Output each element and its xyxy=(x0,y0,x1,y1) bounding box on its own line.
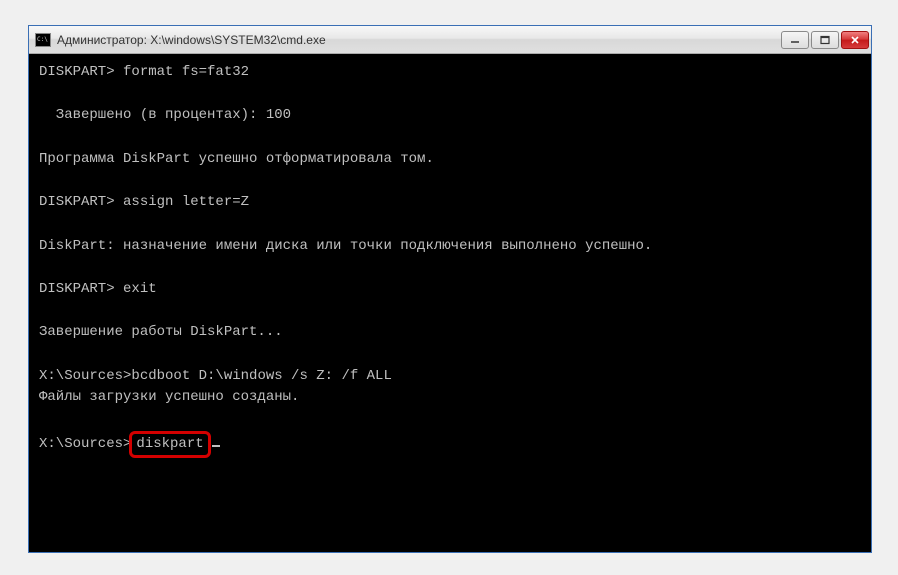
minimize-button[interactable] xyxy=(781,31,809,49)
terminal-line: DiskPart: назначение имени диска или точ… xyxy=(39,236,861,258)
terminal-line: Завершено (в процентах): 100 xyxy=(39,105,861,127)
terminal-line: DISKPART> format fs=fat32 xyxy=(39,62,861,84)
command-text: bcdboot D:\windows /s Z: /f ALL xyxy=(131,368,391,384)
terminal-line: Завершение работы DiskPart... xyxy=(39,322,861,344)
terminal-line xyxy=(39,84,861,106)
terminal-area[interactable]: DISKPART> format fs=fat32 Завершено (в п… xyxy=(29,54,871,552)
highlighted-command: diskpart xyxy=(129,431,210,459)
prompt: DISKPART> xyxy=(39,281,123,297)
terminal-line xyxy=(39,409,861,431)
terminal-line: Файлы загрузки успешно созданы. xyxy=(39,387,861,409)
command-text: format fs=fat32 xyxy=(123,64,249,80)
window-controls xyxy=(781,31,869,49)
window-title: Администратор: X:\windows\SYSTEM32\cmd.e… xyxy=(57,33,781,47)
terminal-line xyxy=(39,257,861,279)
prompt: X:\Sources> xyxy=(39,368,131,384)
terminal-line xyxy=(39,214,861,236)
terminal-line: DISKPART> assign letter=Z xyxy=(39,192,861,214)
prompt: X:\Sources> xyxy=(39,436,131,452)
terminal-line xyxy=(39,170,861,192)
prompt: DISKPART> xyxy=(39,64,123,80)
terminal-line xyxy=(39,301,861,323)
cursor xyxy=(212,445,220,447)
terminal-line: Программа DiskPart успешно отформатирова… xyxy=(39,149,861,171)
cmd-window: Администратор: X:\windows\SYSTEM32\cmd.e… xyxy=(28,25,872,553)
terminal-line xyxy=(39,127,861,149)
titlebar[interactable]: Администратор: X:\windows\SYSTEM32\cmd.e… xyxy=(29,26,871,54)
maximize-button[interactable] xyxy=(811,31,839,49)
cmd-icon xyxy=(35,33,51,47)
prompt: DISKPART> xyxy=(39,194,123,210)
terminal-line: X:\Sources>bcdboot D:\windows /s Z: /f A… xyxy=(39,366,861,388)
terminal-line: DISKPART> exit xyxy=(39,279,861,301)
command-text: assign letter=Z xyxy=(123,194,249,210)
terminal-line xyxy=(39,344,861,366)
terminal-line: X:\Sources>diskpart xyxy=(39,431,861,459)
command-text: exit xyxy=(123,281,157,297)
close-button[interactable] xyxy=(841,31,869,49)
